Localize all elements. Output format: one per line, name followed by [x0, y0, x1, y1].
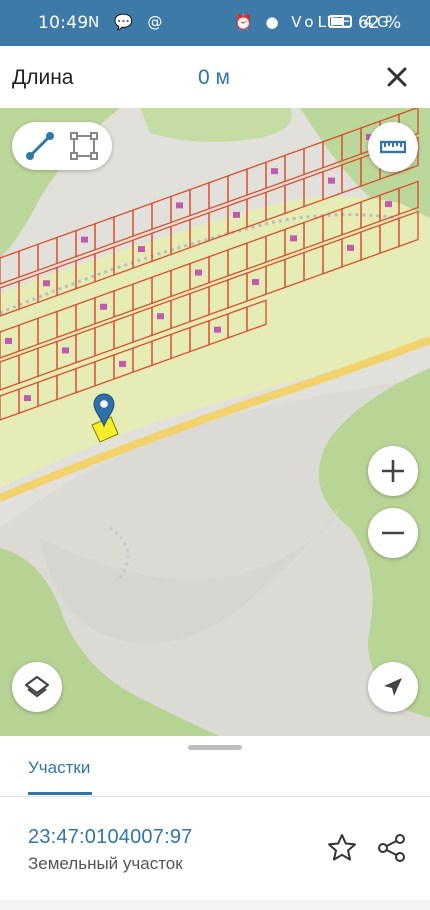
building	[233, 211, 240, 218]
zoom-out-button[interactable]	[368, 508, 418, 558]
building	[119, 360, 126, 367]
building	[271, 168, 278, 175]
building	[100, 303, 107, 310]
tab-parcels[interactable]: Участки	[28, 758, 90, 778]
building	[214, 326, 221, 333]
area-measure-button[interactable]	[68, 130, 100, 162]
tab-underline	[28, 792, 92, 795]
favorite-button[interactable]	[326, 832, 358, 864]
building	[62, 347, 69, 354]
building	[176, 202, 183, 209]
layers-icon	[24, 675, 50, 698]
building	[157, 313, 164, 320]
measure-value: 0 м	[198, 66, 230, 89]
status-bar: 10:49 N 💬 @ ⏰ ● VoLTE 4G 62 %	[0, 0, 430, 46]
building	[43, 280, 50, 287]
ruler-button[interactable]	[368, 122, 418, 172]
zoom-in-button[interactable]	[368, 446, 418, 496]
minus-icon	[382, 531, 404, 535]
measure-tools	[12, 122, 112, 170]
star-outline-icon	[328, 834, 356, 861]
building	[24, 395, 31, 402]
ruler-icon	[380, 140, 406, 154]
building	[138, 246, 145, 253]
measure-header: Длина 0 м	[0, 46, 430, 108]
close-button[interactable]	[380, 60, 414, 94]
notification-icons: N 💬 @	[88, 13, 168, 31]
parcel-type: Земельный участок	[28, 854, 183, 873]
share-icon	[378, 834, 405, 862]
cadastral-number[interactable]: 23:47:0104007:97	[28, 826, 192, 849]
line-measure-icon	[26, 132, 54, 160]
layers-button[interactable]	[12, 662, 62, 712]
sheet-drag-handle[interactable]	[188, 745, 242, 750]
building	[347, 244, 354, 251]
building	[328, 177, 335, 184]
battery-percent: 62 %	[358, 13, 402, 33]
divider	[0, 796, 430, 797]
nav-bar-area	[0, 900, 430, 910]
status-time: 10:49	[38, 13, 89, 33]
building	[5, 337, 12, 344]
area-measure-icon	[70, 132, 98, 160]
building	[385, 201, 392, 208]
map-canvas[interactable]	[0, 108, 430, 736]
locate-button[interactable]	[368, 662, 418, 712]
navigation-arrow-icon	[384, 678, 402, 696]
line-measure-button[interactable]	[24, 130, 56, 162]
close-icon	[387, 67, 407, 87]
map-view[interactable]	[0, 108, 430, 736]
building	[290, 235, 297, 242]
battery-icon	[328, 15, 352, 28]
building	[81, 236, 88, 243]
building	[195, 269, 202, 276]
building	[252, 279, 259, 286]
bottom-sheet: Участки 23:47:0104007:97 Земельный участ…	[0, 736, 430, 910]
share-button[interactable]	[376, 832, 408, 864]
plus-icon	[382, 460, 404, 482]
measure-title: Длина	[12, 66, 74, 89]
